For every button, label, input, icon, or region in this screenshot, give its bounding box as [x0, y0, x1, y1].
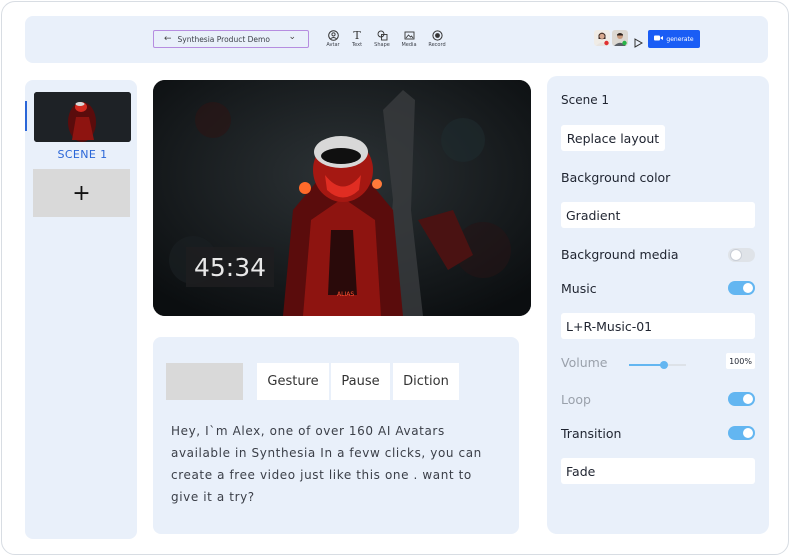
tool-media[interactable]: Media — [398, 30, 420, 48]
tool-label: Text — [351, 42, 363, 48]
back-arrow-icon[interactable]: ← — [164, 34, 172, 44]
media-icon — [398, 30, 420, 41]
background-color-field[interactable]: Gradient — [561, 202, 755, 228]
tool-label: Media — [401, 42, 417, 48]
gesture-button[interactable]: Gesture — [257, 363, 329, 400]
add-scene-button[interactable]: + — [33, 169, 130, 217]
volume-slider-handle[interactable] — [660, 361, 668, 369]
video-camera-icon — [654, 35, 664, 43]
loop-toggle[interactable] — [728, 392, 755, 406]
project-title: Synthesia Product Demo — [177, 34, 270, 44]
background-color-label: Background color — [561, 170, 671, 185]
music-track-field[interactable]: L+R-Music-01 — [561, 313, 755, 339]
transition-toggle[interactable] — [728, 426, 755, 440]
text-icon: T — [353, 29, 361, 42]
tool-label: Shape — [374, 42, 390, 48]
transition-field[interactable]: Fade — [561, 458, 755, 484]
volume-label: Volume — [561, 355, 608, 370]
voice-selector[interactable] — [166, 363, 243, 400]
tool-label: Record — [428, 42, 446, 48]
music-label: Music — [561, 281, 597, 296]
timestamp-overlay: 45:34 — [186, 247, 274, 287]
volume-value: 100% — [726, 353, 755, 369]
volume-slider-fill — [629, 364, 664, 366]
collaborator-avatar[interactable] — [612, 30, 628, 46]
chevron-down-icon: ⌄ — [288, 32, 296, 42]
avatar-icon — [322, 30, 344, 41]
scene-label[interactable]: SCENE 1 — [34, 148, 131, 161]
project-selector[interactable]: ← Synthesia Product Demo ⌄ — [153, 30, 309, 48]
scene-thumbnail[interactable] — [34, 92, 131, 142]
play-icon[interactable] — [634, 33, 644, 48]
script-textarea[interactable]: Hey, I`m Alex, one of over 160 AI Avatar… — [171, 420, 503, 508]
tool-shape[interactable]: Shape — [371, 30, 393, 48]
loop-label: Loop — [561, 392, 591, 407]
background-media-toggle[interactable] — [728, 248, 755, 262]
generate-label: generate — [666, 35, 694, 43]
shape-icon — [371, 30, 393, 41]
pause-button[interactable]: Pause — [331, 363, 390, 400]
generate-button[interactable]: generate — [648, 30, 700, 48]
tool-text[interactable]: T Text — [346, 30, 368, 48]
transition-label: Transition — [561, 426, 622, 441]
active-scene-indicator — [25, 101, 27, 131]
music-toggle[interactable] — [728, 281, 755, 295]
replace-layout-button[interactable]: Replace layout — [561, 125, 665, 151]
scene-title: Scene 1 — [561, 93, 610, 107]
background-media-label: Background media — [561, 247, 679, 262]
svg-text:ALIAS: ALIAS — [337, 291, 354, 298]
tool-avatar[interactable]: Avtar — [322, 30, 344, 48]
tool-record[interactable]: Record — [426, 30, 448, 48]
collaborator-avatar[interactable] — [594, 30, 610, 46]
diction-button[interactable]: Diction — [393, 363, 459, 400]
record-icon — [426, 30, 448, 41]
tool-label: Avtar — [326, 42, 340, 48]
